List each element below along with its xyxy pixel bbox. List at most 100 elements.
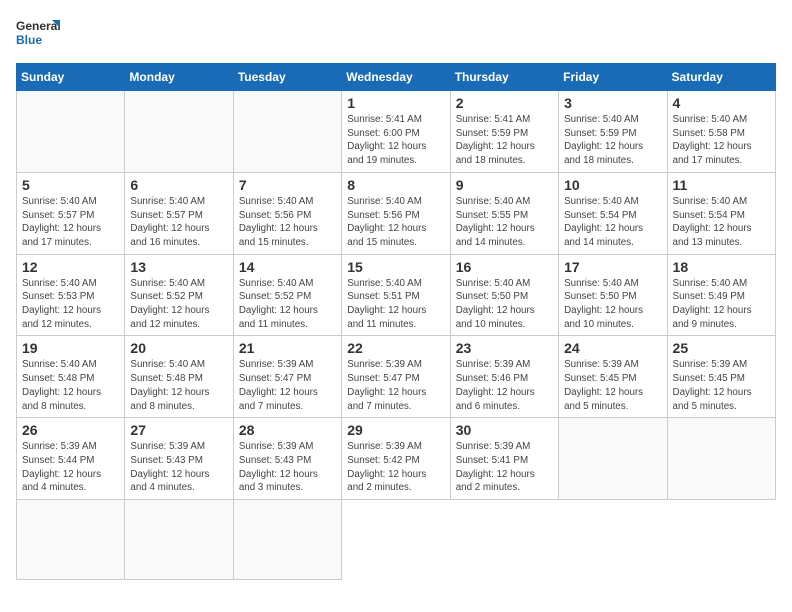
day-number: 13	[130, 259, 227, 275]
day-number: 29	[347, 422, 444, 438]
calendar-day-cell: 12 Sunrise: 5:40 AM Sunset: 5:53 PM Dayli…	[17, 254, 125, 336]
day-number: 15	[347, 259, 444, 275]
day-info: Sunrise: 5:40 AM Sunset: 5:59 PM Dayligh…	[564, 113, 661, 168]
calendar-day-cell: 23 Sunrise: 5:39 AM Sunset: 5:46 PM Dayli…	[450, 336, 558, 418]
day-info: Sunrise: 5:40 AM Sunset: 5:49 PM Dayligh…	[673, 277, 770, 332]
calendar-week-row: 5Sunrise: 5:40 AM Sunset: 5:57 PM Daylig…	[17, 172, 776, 254]
day-info: Sunrise: 5:39 AM Sunset: 5:47 PM Dayligh…	[239, 358, 336, 413]
calendar-day-cell: 16 Sunrise: 5:40 AM Sunset: 5:50 PM Dayli…	[450, 254, 558, 336]
calendar-week-row: 12 Sunrise: 5:40 AM Sunset: 5:53 PM Dayli…	[17, 254, 776, 336]
day-number: 3	[564, 95, 661, 111]
weekday-header: Monday	[125, 64, 233, 91]
day-info: Sunrise: 5:40 AM Sunset: 5:57 PM Dayligh…	[22, 195, 119, 250]
day-info: Sunrise: 5:40 AM Sunset: 5:50 PM Dayligh…	[564, 277, 661, 332]
day-info: Sunrise: 5:40 AM Sunset: 5:53 PM Dayligh…	[22, 277, 119, 332]
day-number: 30	[456, 422, 553, 438]
day-number: 22	[347, 340, 444, 356]
calendar-week-row	[17, 500, 776, 580]
calendar-week-row: 26Sunrise: 5:39 AM Sunset: 5:44 PM Dayli…	[17, 418, 776, 500]
calendar-day-cell: 6Sunrise: 5:40 AM Sunset: 5:57 PM Daylig…	[125, 172, 233, 254]
day-info: Sunrise: 5:40 AM Sunset: 5:48 PM Dayligh…	[22, 358, 119, 413]
day-info: Sunrise: 5:41 AM Sunset: 5:59 PM Dayligh…	[456, 113, 553, 168]
calendar-day-cell: 19 Sunrise: 5:40 AM Sunset: 5:48 PM Dayli…	[17, 336, 125, 418]
calendar-day-cell	[17, 500, 125, 580]
calendar-day-cell	[125, 500, 233, 580]
day-number: 28	[239, 422, 336, 438]
calendar-day-cell: 27Sunrise: 5:39 AM Sunset: 5:43 PM Dayli…	[125, 418, 233, 500]
day-info: Sunrise: 5:40 AM Sunset: 5:58 PM Dayligh…	[673, 113, 770, 168]
calendar-day-cell: 5Sunrise: 5:40 AM Sunset: 5:57 PM Daylig…	[17, 172, 125, 254]
day-info: Sunrise: 5:40 AM Sunset: 5:54 PM Dayligh…	[564, 195, 661, 250]
day-number: 21	[239, 340, 336, 356]
day-info: Sunrise: 5:40 AM Sunset: 5:50 PM Dayligh…	[456, 277, 553, 332]
day-number: 16	[456, 259, 553, 275]
calendar-day-cell: 20Sunrise: 5:40 AM Sunset: 5:48 PM Dayli…	[125, 336, 233, 418]
day-number: 8	[347, 177, 444, 193]
calendar-day-cell: 7 Sunrise: 5:40 AM Sunset: 5:56 PM Daylig…	[233, 172, 341, 254]
weekday-header-row: SundayMondayTuesdayWednesdayThursdayFrid…	[17, 64, 776, 91]
weekday-header: Wednesday	[342, 64, 450, 91]
day-info: Sunrise: 5:40 AM Sunset: 5:55 PM Dayligh…	[456, 195, 553, 250]
day-info: Sunrise: 5:40 AM Sunset: 5:57 PM Dayligh…	[130, 195, 227, 250]
day-number: 26	[22, 422, 119, 438]
calendar-table: SundayMondayTuesdayWednesdayThursdayFrid…	[16, 63, 776, 580]
calendar-day-cell: 10 Sunrise: 5:40 AM Sunset: 5:54 PM Dayli…	[559, 172, 667, 254]
day-number: 25	[673, 340, 770, 356]
calendar-day-cell: 28 Sunrise: 5:39 AM Sunset: 5:43 PM Dayli…	[233, 418, 341, 500]
calendar-day-cell: 3 Sunrise: 5:40 AM Sunset: 5:59 PM Daylig…	[559, 91, 667, 173]
day-info: Sunrise: 5:40 AM Sunset: 5:56 PM Dayligh…	[239, 195, 336, 250]
weekday-header: Friday	[559, 64, 667, 91]
calendar-day-cell: 24Sunrise: 5:39 AM Sunset: 5:45 PM Dayli…	[559, 336, 667, 418]
day-number: 10	[564, 177, 661, 193]
calendar-day-cell: 29Sunrise: 5:39 AM Sunset: 5:42 PM Dayli…	[342, 418, 450, 500]
day-info: Sunrise: 5:40 AM Sunset: 5:51 PM Dayligh…	[347, 277, 444, 332]
calendar-day-cell: 11Sunrise: 5:40 AM Sunset: 5:54 PM Dayli…	[667, 172, 775, 254]
day-number: 27	[130, 422, 227, 438]
calendar-day-cell: 22 Sunrise: 5:39 AM Sunset: 5:47 PM Dayli…	[342, 336, 450, 418]
day-info: Sunrise: 5:41 AM Sunset: 6:00 PM Dayligh…	[347, 113, 444, 168]
calendar-day-cell: 2 Sunrise: 5:41 AM Sunset: 5:59 PM Daylig…	[450, 91, 558, 173]
weekday-header: Thursday	[450, 64, 558, 91]
day-info: Sunrise: 5:39 AM Sunset: 5:43 PM Dayligh…	[239, 440, 336, 495]
page-header: GeneralBlue	[16, 16, 776, 51]
calendar-day-cell: 18Sunrise: 5:40 AM Sunset: 5:49 PM Dayli…	[667, 254, 775, 336]
day-number: 2	[456, 95, 553, 111]
day-info: Sunrise: 5:40 AM Sunset: 5:52 PM Dayligh…	[239, 277, 336, 332]
day-info: Sunrise: 5:39 AM Sunset: 5:45 PM Dayligh…	[673, 358, 770, 413]
day-info: Sunrise: 5:39 AM Sunset: 5:41 PM Dayligh…	[456, 440, 553, 495]
day-number: 12	[22, 259, 119, 275]
calendar-day-cell: 1 Sunrise: 5:41 AM Sunset: 6:00 PM Daylig…	[342, 91, 450, 173]
calendar-day-cell: 13 Sunrise: 5:40 AM Sunset: 5:52 PM Dayli…	[125, 254, 233, 336]
day-number: 17	[564, 259, 661, 275]
svg-text:Blue: Blue	[16, 33, 42, 47]
calendar-day-cell: 25 Sunrise: 5:39 AM Sunset: 5:45 PM Dayli…	[667, 336, 775, 418]
day-info: Sunrise: 5:40 AM Sunset: 5:52 PM Dayligh…	[130, 277, 227, 332]
day-number: 14	[239, 259, 336, 275]
day-number: 19	[22, 340, 119, 356]
calendar-week-row: 1 Sunrise: 5:41 AM Sunset: 6:00 PM Daylig…	[17, 91, 776, 173]
day-number: 1	[347, 95, 444, 111]
calendar-day-cell: 15 Sunrise: 5:40 AM Sunset: 5:51 PM Dayli…	[342, 254, 450, 336]
calendar-day-cell	[125, 91, 233, 173]
day-number: 7	[239, 177, 336, 193]
day-info: Sunrise: 5:39 AM Sunset: 5:47 PM Dayligh…	[347, 358, 444, 413]
logo: GeneralBlue	[16, 16, 66, 51]
calendar-day-cell	[233, 500, 341, 580]
weekday-header: Tuesday	[233, 64, 341, 91]
calendar-day-cell	[233, 91, 341, 173]
calendar-week-row: 19 Sunrise: 5:40 AM Sunset: 5:48 PM Dayli…	[17, 336, 776, 418]
calendar-day-cell: 30 Sunrise: 5:39 AM Sunset: 5:41 PM Dayli…	[450, 418, 558, 500]
day-info: Sunrise: 5:40 AM Sunset: 5:56 PM Dayligh…	[347, 195, 444, 250]
day-info: Sunrise: 5:39 AM Sunset: 5:45 PM Dayligh…	[564, 358, 661, 413]
calendar-day-cell: 26Sunrise: 5:39 AM Sunset: 5:44 PM Dayli…	[17, 418, 125, 500]
calendar-day-cell: 21 Sunrise: 5:39 AM Sunset: 5:47 PM Dayli…	[233, 336, 341, 418]
calendar-day-cell: 14 Sunrise: 5:40 AM Sunset: 5:52 PM Dayli…	[233, 254, 341, 336]
day-number: 4	[673, 95, 770, 111]
day-number: 9	[456, 177, 553, 193]
calendar-day-cell: 9 Sunrise: 5:40 AM Sunset: 5:55 PM Daylig…	[450, 172, 558, 254]
calendar-day-cell: 4 Sunrise: 5:40 AM Sunset: 5:58 PM Daylig…	[667, 91, 775, 173]
calendar-day-cell	[17, 91, 125, 173]
day-info: Sunrise: 5:39 AM Sunset: 5:46 PM Dayligh…	[456, 358, 553, 413]
day-number: 23	[456, 340, 553, 356]
day-number: 20	[130, 340, 227, 356]
